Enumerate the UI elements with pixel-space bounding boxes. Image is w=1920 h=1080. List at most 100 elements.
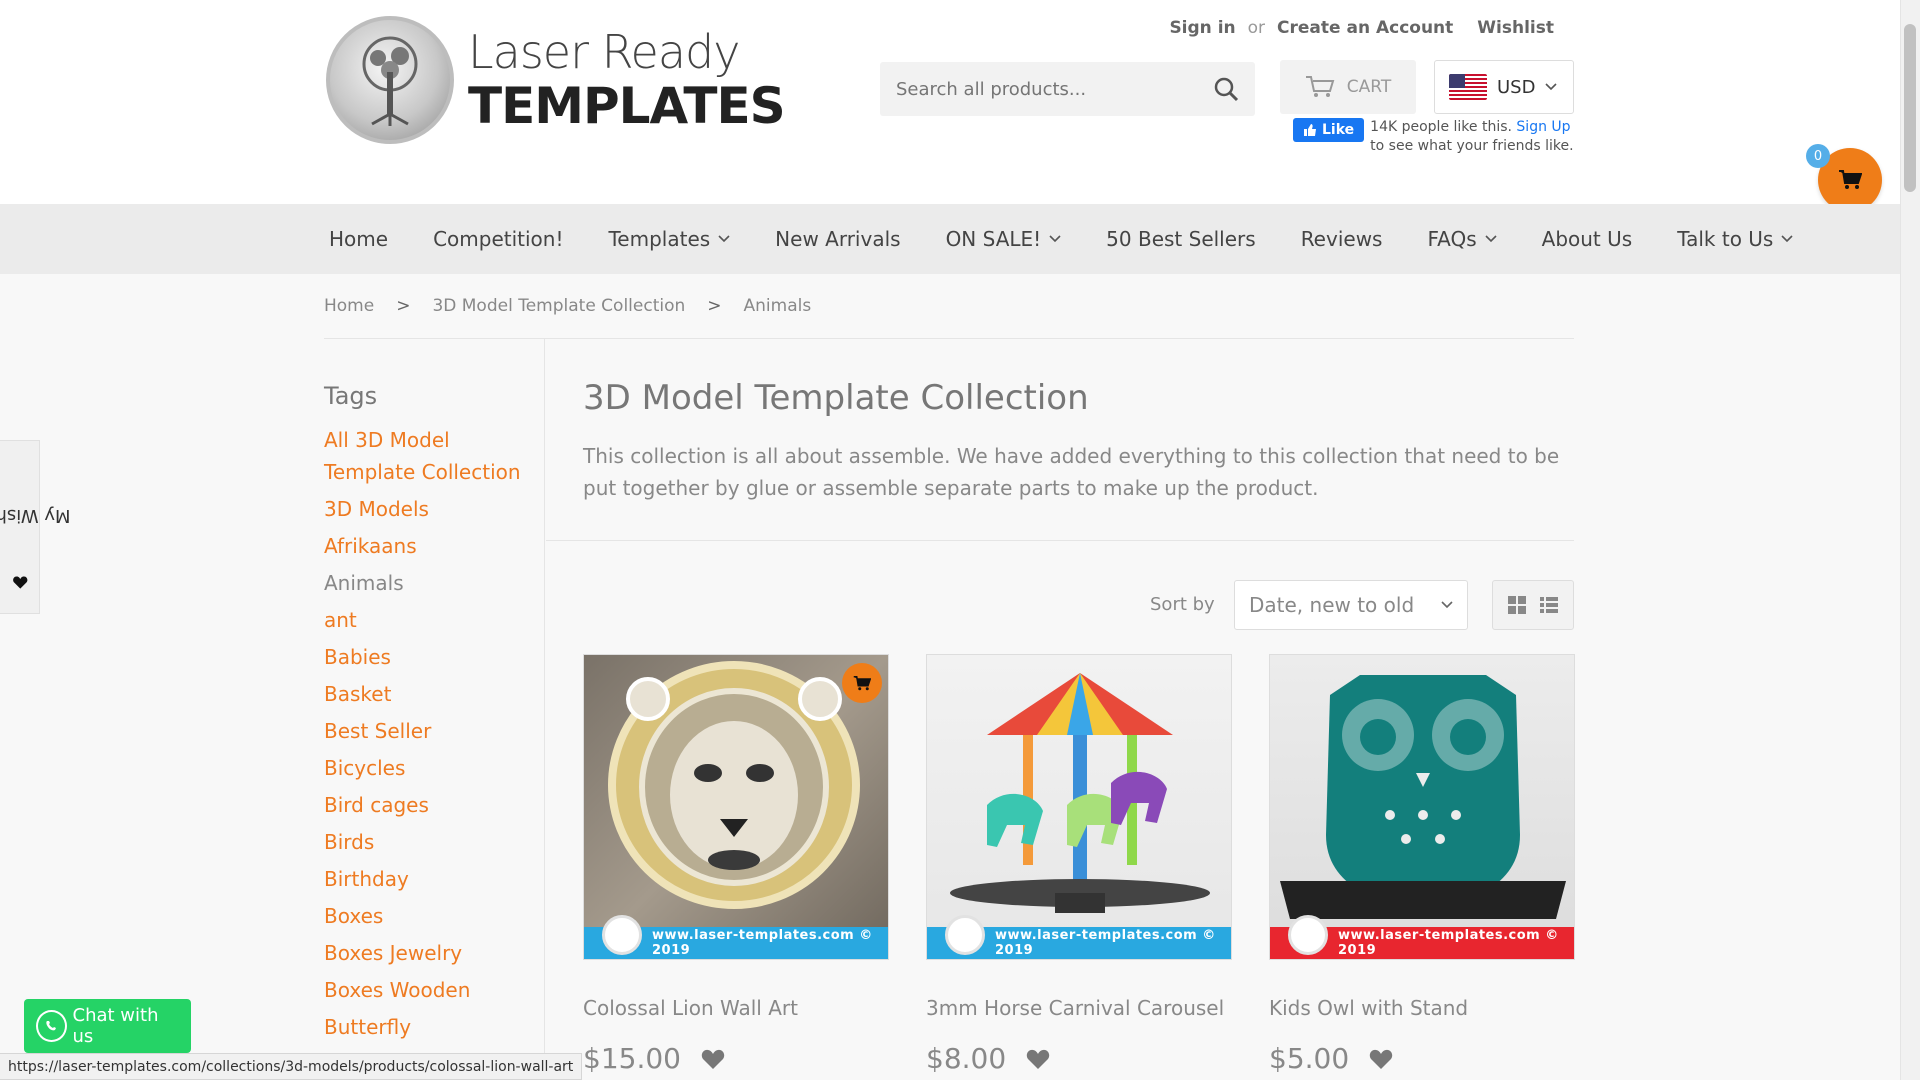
- create-account-link[interactable]: Create an Account: [1277, 18, 1453, 38]
- tag-boxes-wooden[interactable]: Boxes Wooden: [324, 974, 546, 1006]
- nav-templates[interactable]: Templates: [608, 227, 730, 251]
- product-image[interactable]: www.laser-templates.com © 2019: [583, 654, 889, 960]
- heart-icon[interactable]: [701, 1048, 725, 1070]
- grid-view-icon[interactable]: [1507, 595, 1527, 615]
- my-wishlist-tab[interactable]: My Wishlist: [0, 440, 70, 614]
- search-input[interactable]: [896, 78, 1213, 100]
- facebook-like-label: Like: [1322, 121, 1355, 138]
- tag-3d-models[interactable]: 3D Models: [324, 493, 546, 525]
- product-card[interactable]: www.laser-templates.com © 2019 Kids Owl …: [1269, 654, 1575, 1075]
- wishlist-link[interactable]: Wishlist: [1477, 18, 1554, 38]
- whatsapp-icon: [36, 1010, 67, 1042]
- tag-afrikaans[interactable]: Afrikaans: [324, 530, 546, 562]
- chevron-down-icon: [718, 235, 730, 243]
- nav-on-sale[interactable]: ON SALE!: [946, 227, 1062, 251]
- watermark-text: www.laser-templates.com © 2019: [995, 928, 1216, 958]
- nav-home[interactable]: Home: [329, 227, 388, 251]
- watermark-seal-icon: [945, 915, 985, 955]
- chevron-down-icon: [1485, 235, 1497, 243]
- product-image[interactable]: www.laser-templates.com © 2019: [926, 654, 1232, 960]
- cart-label: CART: [1346, 77, 1392, 97]
- logo-line-2: TEMPLATES: [468, 77, 786, 135]
- tag-basket[interactable]: Basket: [324, 678, 546, 710]
- product-name[interactable]: Colossal Lion Wall Art: [583, 996, 889, 1020]
- heart-icon: [12, 575, 27, 589]
- heart-icon[interactable]: [1369, 1048, 1393, 1070]
- nav-about-us[interactable]: About Us: [1542, 227, 1633, 251]
- view-toggle: [1492, 580, 1574, 630]
- watermark-text: www.laser-templates.com © 2019: [652, 928, 873, 958]
- breadcrumb-separator: >: [707, 296, 722, 316]
- tag-best-seller[interactable]: Best Seller: [324, 715, 546, 747]
- facebook-like-subtext: to see what your friends like.: [1370, 137, 1574, 154]
- nav-new-arrivals[interactable]: New Arrivals: [775, 227, 900, 251]
- nav-reviews[interactable]: Reviews: [1301, 227, 1383, 251]
- nav-competition[interactable]: Competition!: [433, 227, 563, 251]
- account-links: Sign in or Create an Account Wishlist: [1169, 18, 1554, 38]
- facebook-signup-link[interactable]: Sign Up: [1516, 119, 1570, 135]
- search-icon[interactable]: [1213, 76, 1239, 102]
- currency-selector[interactable]: USD: [1434, 60, 1574, 114]
- product-name[interactable]: Kids Owl with Stand: [1269, 996, 1575, 1020]
- site-logo[interactable]: Laser Ready TEMPLATES: [326, 16, 786, 144]
- breadcrumb-home[interactable]: Home: [324, 296, 374, 316]
- site-header: Laser Ready TEMPLATES Sign in or Create …: [0, 0, 1900, 204]
- cart-icon: [1839, 170, 1862, 189]
- nav-talk-to-us[interactable]: Talk to Us: [1677, 227, 1793, 251]
- collection-description: This collection is all about assemble. W…: [583, 444, 1560, 500]
- tag-boxes[interactable]: Boxes: [324, 900, 546, 932]
- facebook-like-widget: Like 14K people like this. Sign Up to se…: [1293, 118, 1574, 156]
- tag-ant[interactable]: ant: [324, 604, 546, 636]
- breadcrumb-current: Animals: [743, 296, 812, 316]
- tag-boxes-jewelry[interactable]: Boxes Jewelry: [324, 937, 546, 969]
- tag-all-3d-model-template-collection[interactable]: All 3D Model Template Collection: [324, 424, 546, 488]
- tag-bird-cages[interactable]: Bird cages: [324, 789, 546, 821]
- collection-divider: [546, 540, 1574, 541]
- currency-value: USD: [1497, 76, 1536, 98]
- image-watermark-banner: www.laser-templates.com © 2019: [584, 915, 888, 959]
- tree-logo-icon: [326, 16, 454, 144]
- tag-butterfly[interactable]: Butterfly: [324, 1011, 546, 1043]
- tag-birds[interactable]: Birds: [324, 826, 546, 858]
- tag-list: All 3D Model Template Collection 3D Mode…: [324, 424, 546, 1048]
- watermark-seal-icon: [602, 915, 642, 955]
- logo-line-1: Laser Ready: [468, 25, 740, 79]
- product-price: $15.00: [583, 1042, 681, 1075]
- sort-value: Date, new to old: [1249, 593, 1415, 617]
- nav-best-sellers[interactable]: 50 Best Sellers: [1106, 227, 1256, 251]
- product-image[interactable]: www.laser-templates.com © 2019: [1269, 654, 1575, 960]
- collection-title: 3D Model Template Collection: [583, 378, 1089, 418]
- nav-faqs[interactable]: FAQs: [1427, 227, 1497, 251]
- watermark-text: www.laser-templates.com © 2019: [1338, 928, 1559, 958]
- facebook-like-count: 14K people like this.: [1370, 119, 1512, 135]
- product-card[interactable]: www.laser-templates.com © 2019 Colossal …: [583, 654, 889, 1075]
- heart-icon[interactable]: [1026, 1048, 1050, 1070]
- watermark-seal-icon: [1288, 915, 1328, 955]
- tag-birthday[interactable]: Birthday: [324, 863, 546, 895]
- breadcrumb-divider: [324, 338, 1574, 339]
- owl-artwork: [1280, 675, 1566, 919]
- breadcrumb: Home > 3D Model Template Collection > An…: [324, 296, 811, 316]
- quick-add-cart-button[interactable]: [842, 663, 882, 703]
- cart-button[interactable]: CART: [1280, 60, 1416, 114]
- product-name[interactable]: 3mm Horse Carnival Carousel: [926, 996, 1232, 1020]
- list-view-icon[interactable]: [1539, 595, 1559, 615]
- us-flag-icon: [1449, 74, 1487, 100]
- breadcrumb-collection[interactable]: 3D Model Template Collection: [432, 296, 685, 316]
- facebook-like-button[interactable]: Like: [1293, 118, 1365, 142]
- scrollbar-thumb[interactable]: [1904, 24, 1916, 192]
- tag-bicycles[interactable]: Bicycles: [324, 752, 546, 784]
- whatsapp-chat-button[interactable]: Chat with us: [24, 999, 191, 1053]
- tag-babies[interactable]: Babies: [324, 641, 546, 673]
- main-nav: Home Competition! Templates New Arrivals…: [0, 204, 1900, 274]
- tags-heading: Tags: [324, 382, 378, 410]
- my-wishlist-label: My Wishlist: [0, 504, 71, 526]
- page-scrollbar[interactable]: [1900, 0, 1920, 1080]
- sign-in-link[interactable]: Sign in: [1169, 18, 1235, 38]
- sort-select[interactable]: Date, new to old: [1234, 580, 1468, 630]
- product-card[interactable]: www.laser-templates.com © 2019 3mm Horse…: [926, 654, 1232, 1075]
- sort-label: Sort by: [1150, 594, 1215, 615]
- status-bar-url: https://laser-templates.com/collections/…: [0, 1053, 583, 1080]
- or-text: or: [1247, 18, 1266, 38]
- search-box: [880, 62, 1255, 116]
